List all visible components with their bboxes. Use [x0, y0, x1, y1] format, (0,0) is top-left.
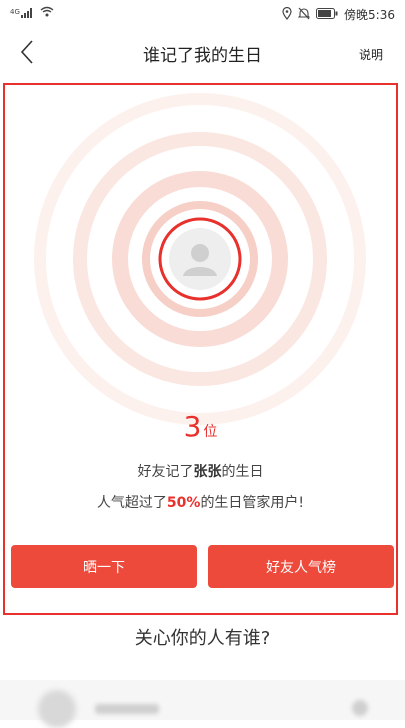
- status-time: 傍晚5:36: [344, 8, 395, 22]
- status-right: 傍晚5:36: [282, 6, 395, 23]
- blurred-action-icon: [352, 700, 368, 716]
- popularity-suffix: 的生日管家用户!: [200, 495, 305, 511]
- friend-count: 3位: [5, 410, 396, 443]
- mute-icon: [297, 7, 311, 23]
- status-bar: 4G 傍晚5:36: [0, 0, 405, 28]
- help-button[interactable]: 说明: [359, 46, 383, 63]
- friend-ranking-button[interactable]: 好友人气榜: [208, 545, 394, 588]
- remembered-text: 好友记了张张的生日: [5, 461, 396, 481]
- battery-icon: [316, 7, 338, 22]
- share-button[interactable]: 晒一下: [11, 545, 197, 588]
- status-left: 4G: [10, 6, 54, 20]
- blurred-name: [95, 704, 159, 714]
- count-number: 3: [183, 410, 202, 443]
- birthday-card: 3位 好友记了张张的生日 人气超过了50%的生日管家用户! 晒一下 好友人气榜: [3, 83, 398, 615]
- ripple-decoration: [34, 93, 366, 425]
- nav-bar: 谁记了我的生日 说明: [0, 28, 405, 78]
- popularity-text: 人气超过了50%的生日管家用户!: [5, 492, 396, 512]
- remembered-suffix: 的生日: [221, 464, 264, 480]
- remembered-prefix: 好友记了: [137, 464, 194, 480]
- blurred-avatar: [38, 690, 76, 728]
- page-title: 谁记了我的生日: [143, 46, 262, 66]
- user-name: 张张: [193, 464, 222, 480]
- list-item[interactable]: [0, 680, 405, 728]
- popularity-prefix: 人气超过了: [96, 495, 167, 511]
- user-avatar[interactable]: [169, 228, 231, 290]
- count-unit: 位: [203, 424, 218, 440]
- user-avatar-icon: [183, 244, 217, 276]
- section-title: 关心你的人有谁?: [134, 628, 271, 649]
- network-type: 4G: [10, 8, 20, 16]
- wifi-icon: [40, 6, 54, 20]
- location-icon: [282, 6, 292, 23]
- popularity-percent: 50%: [166, 495, 201, 511]
- signal-icon: 4G: [10, 8, 35, 18]
